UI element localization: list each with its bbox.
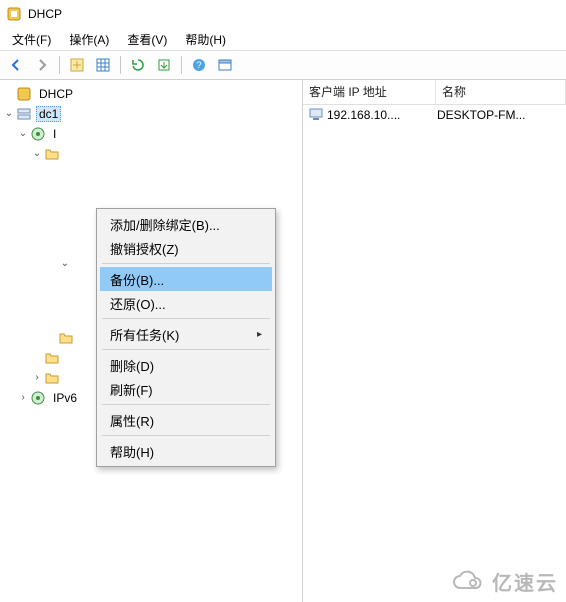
tree-server-node[interactable]: ⌄ dc1	[2, 104, 300, 124]
menu-help[interactable]: 帮助(H)	[177, 29, 234, 50]
cm-help[interactable]: 帮助(H)	[100, 439, 272, 463]
cm-refresh[interactable]: 刷新(F)	[100, 377, 272, 401]
toolbar-separator	[120, 56, 121, 74]
context-menu: 添加/删除绑定(B)... 撤销授权(Z) 备份(B)... 还原(O)... …	[96, 208, 276, 467]
menu-bar: 文件(F) 操作(A) 查看(V) 帮助(H)	[0, 28, 566, 50]
export-button[interactable]	[152, 53, 176, 77]
toolbar-separator	[59, 56, 60, 74]
menu-action[interactable]: 操作(A)	[61, 29, 117, 50]
ipv4-icon	[30, 126, 46, 142]
svg-text:?: ?	[196, 60, 201, 70]
expander-icon: ·	[44, 333, 58, 344]
column-header-ip[interactable]: 客户端 IP 地址	[303, 80, 436, 104]
column-header-name[interactable]: 名称	[436, 80, 566, 104]
context-menu-separator	[102, 318, 270, 319]
list-pane: 客户端 IP 地址 名称 192.168.10.... DESKTOP-FM..…	[303, 80, 566, 602]
title-bar: DHCP	[0, 0, 566, 28]
expander-icon: ·	[2, 89, 16, 100]
expander-icon[interactable]: ⌄	[16, 128, 30, 140]
tree-label: dc1	[36, 106, 61, 122]
expander-icon[interactable]: ⌄	[2, 108, 16, 120]
tree-scope-node[interactable]: ⌄	[2, 144, 300, 164]
tree-label: IPv6	[50, 390, 80, 406]
folder-icon	[44, 350, 60, 366]
cm-revoke-auth[interactable]: 撤销授权(Z)	[100, 236, 272, 260]
tree-ipv4-node[interactable]: ⌄ I	[2, 124, 300, 144]
list-header: 客户端 IP 地址 名称	[303, 80, 566, 105]
folder-icon	[58, 330, 74, 346]
cm-properties[interactable]: 属性(R)	[100, 408, 272, 432]
ipv6-icon	[30, 390, 46, 406]
back-button[interactable]	[4, 53, 28, 77]
cm-restore[interactable]: 还原(O)...	[100, 291, 272, 315]
cell-name: DESKTOP-FM...	[433, 108, 564, 122]
cm-delete[interactable]: 删除(D)	[100, 353, 272, 377]
menu-file[interactable]: 文件(F)	[4, 29, 59, 50]
window-title: DHCP	[28, 7, 62, 21]
client-icon	[309, 107, 323, 124]
forward-button[interactable]	[30, 53, 54, 77]
cm-add-remove-binding[interactable]: 添加/删除绑定(B)...	[100, 212, 272, 236]
cell-ip: 192.168.10....	[305, 107, 433, 124]
expander-icon: ·	[30, 353, 44, 364]
context-menu-separator	[102, 404, 270, 405]
cm-all-tasks[interactable]: 所有任务(K)	[100, 322, 272, 346]
folder-icon	[44, 146, 60, 162]
context-menu-separator	[102, 263, 270, 264]
expander-icon[interactable]: ›	[16, 393, 30, 404]
server-icon	[16, 106, 32, 122]
grid-button[interactable]	[91, 53, 115, 77]
tree-pane: · DHCP ⌄ dc1 ⌄ I ⌄	[0, 80, 303, 602]
dhcp-app-icon	[6, 6, 22, 22]
panel-button[interactable]	[213, 53, 237, 77]
tree-label: DHCP	[36, 86, 76, 102]
toolbar-separator	[181, 56, 182, 74]
expander-icon[interactable]: ›	[30, 373, 44, 384]
folder-icon	[44, 370, 60, 386]
watermark-text: 亿速云	[492, 567, 558, 596]
dhcp-root-icon	[16, 86, 32, 102]
toolbar: ?	[0, 50, 566, 80]
cell-ip-text: 192.168.10....	[327, 108, 400, 122]
expander-icon[interactable]: ⌄	[58, 258, 72, 270]
cloud-logo-icon	[450, 570, 486, 594]
list-body: 192.168.10.... DESKTOP-FM...	[303, 105, 566, 602]
list-row[interactable]: 192.168.10.... DESKTOP-FM...	[303, 105, 566, 125]
expander-icon[interactable]: ⌄	[30, 148, 44, 160]
help-button[interactable]: ?	[187, 53, 211, 77]
client-area: · DHCP ⌄ dc1 ⌄ I ⌄	[0, 80, 566, 602]
watermark: 亿速云	[450, 567, 558, 596]
tree-root-dhcp[interactable]: · DHCP	[2, 84, 300, 104]
context-menu-separator	[102, 435, 270, 436]
tree-label: I	[50, 126, 59, 142]
cm-backup[interactable]: 备份(B)...	[100, 267, 272, 291]
context-menu-separator	[102, 349, 270, 350]
add-button[interactable]	[65, 53, 89, 77]
refresh-button[interactable]	[126, 53, 150, 77]
menu-view[interactable]: 查看(V)	[119, 29, 175, 50]
